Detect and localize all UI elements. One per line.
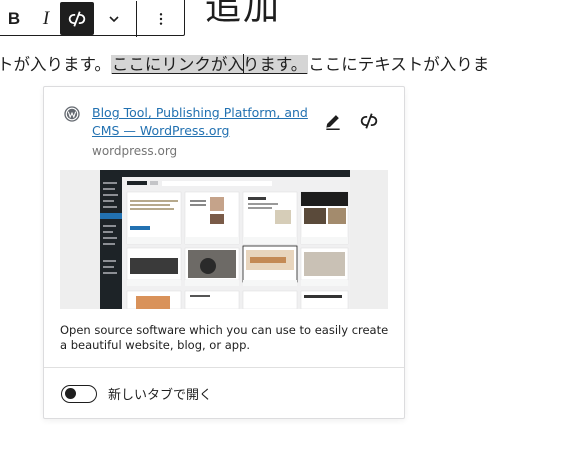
unlink-icon [68,10,86,27]
pencil-icon [326,115,340,130]
link-popover: Blog Tool, Publishing Platform, and CMS … [43,86,405,419]
paragraph-text-before: トが入ります。 [0,55,111,74]
paragraph-text-after: ここにテキストが入りま [308,55,490,74]
toggle-knob [65,388,76,399]
toolbar-divider [136,1,137,37]
edit-link-button[interactable] [320,108,346,134]
open-in-new-tab-toggle[interactable] [61,385,97,403]
open-in-new-tab-label: 新しいタブで開く [108,388,213,403]
popover-divider [44,367,404,368]
bold-icon: B [7,9,21,28]
remove-link-button[interactable] [356,108,382,134]
more-formats-button[interactable] [97,1,131,37]
unlink-button[interactable] [60,2,94,35]
block-toolbar: B I [0,0,185,37]
bold-button[interactable]: B [0,1,31,37]
block-options-button[interactable] [144,1,178,37]
link-text-before-caret: ここにリンクが入 [111,55,244,74]
selected-link-text[interactable]: ここにリンクが入ります。 [110,54,309,74]
chevron-down-icon [109,16,119,23]
editor-canvas: 追加 B I トが入ります。ここにリンクが入ります。ここにテキストが入りま Bl… [0,0,568,472]
link-preview-description: Open source software which you can use t… [60,323,389,352]
italic-button[interactable]: I [29,1,63,37]
more-vertical-icon [159,13,163,25]
heading-block[interactable]: 追加 [205,0,281,30]
link-preview-image [60,170,388,309]
link-text-after-caret: ります。 [242,55,308,74]
italic-icon: I [42,8,50,29]
wordpress-logo-icon [64,106,80,122]
preview-screenshot [60,170,388,309]
link-preview-title[interactable]: Blog Tool, Publishing Platform, and CMS … [92,104,312,140]
paragraph-block[interactable]: トが入ります。ここにリンクが入ります。ここにテキストが入りま [0,52,489,78]
link-preview-domain: wordpress.org [92,144,178,158]
unlink-icon [360,113,378,129]
